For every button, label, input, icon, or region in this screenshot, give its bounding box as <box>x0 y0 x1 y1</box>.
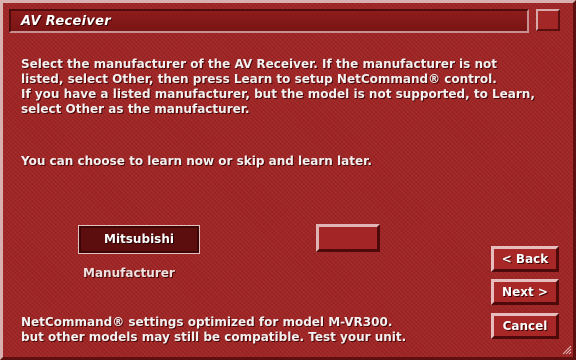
learn-choice-text: You can choose to learn now or skip and … <box>21 154 372 168</box>
instruction-line: listed, select Other, then press Learn t… <box>21 72 497 86</box>
footer-line: but other models may still be compatible… <box>21 330 407 344</box>
instructions-text: Select the manufacturer of the AV Receiv… <box>21 57 569 117</box>
window-title: AV Receiver <box>21 14 111 29</box>
instruction-line: select Other as the manufacturer. <box>21 102 250 116</box>
resize-grip-icon[interactable] <box>559 343 573 357</box>
title-corner-box <box>536 9 560 31</box>
manufacturer-select[interactable]: Mitsubishi <box>78 225 200 254</box>
title-bar: AV Receiver <box>9 9 529 33</box>
next-button[interactable]: Next > <box>491 279 559 305</box>
av-receiver-dialog: AV Receiver Select the manufacturer of t… <box>0 0 576 360</box>
manufacturer-label: Manufacturer <box>83 266 175 280</box>
compatibility-note: NetCommand® settings optimized for model… <box>21 315 461 345</box>
learn-button[interactable] <box>316 224 380 252</box>
footer-line: NetCommand® settings optimized for model… <box>21 315 393 329</box>
instruction-line: Select the manufacturer of the AV Receiv… <box>21 57 497 71</box>
instruction-line: If you have a listed manufacturer, but t… <box>21 87 535 101</box>
cancel-button[interactable]: Cancel <box>491 313 559 339</box>
back-button[interactable]: < Back <box>491 246 559 272</box>
